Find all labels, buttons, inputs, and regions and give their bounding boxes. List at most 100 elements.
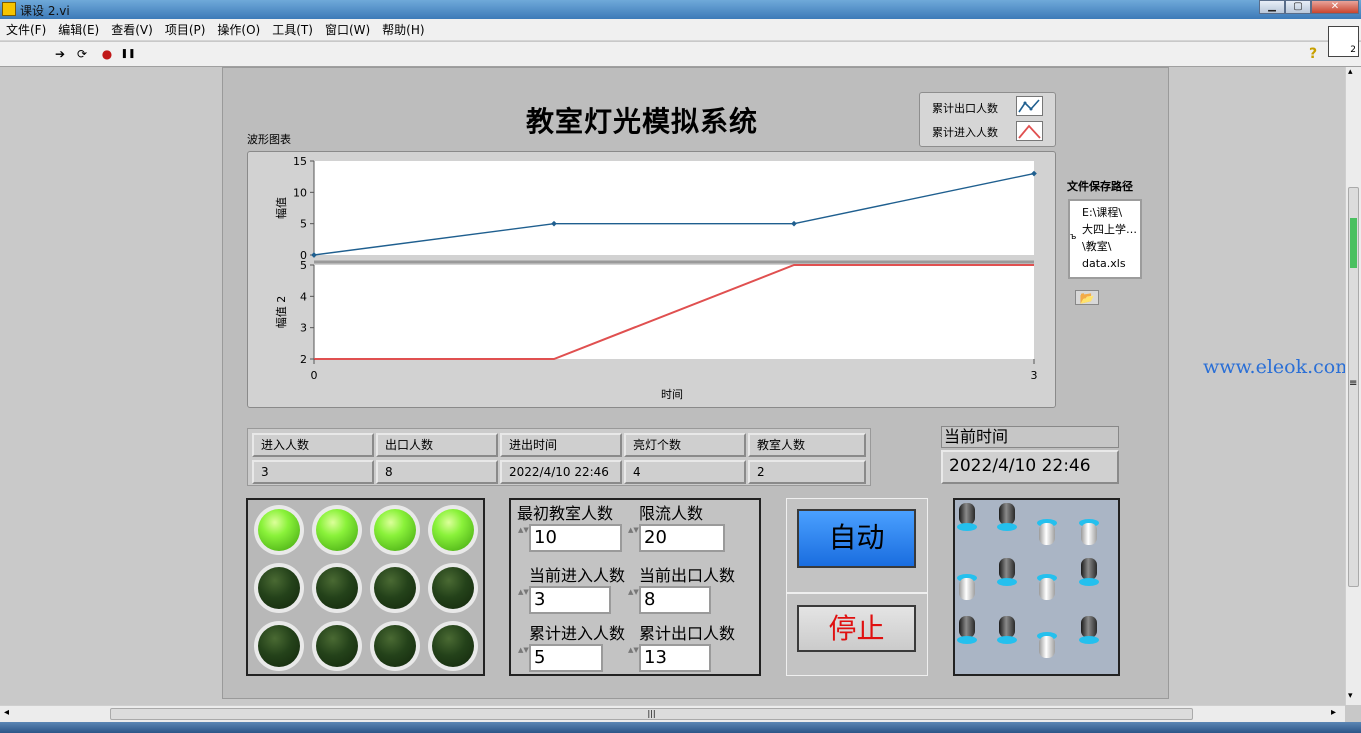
hscroll-grip-icon: ||| (647, 709, 656, 718)
stop-button[interactable]: 停止 (797, 605, 916, 652)
toggle-switch-4[interactable] (1079, 517, 1099, 547)
led-grid (246, 498, 485, 676)
legend-label-in: 累计进入人数 (932, 126, 998, 139)
chart-legend[interactable]: 累计出口人数 累计进入人数 (919, 92, 1056, 147)
table-cell-occupancy: 2 (748, 460, 866, 484)
vertical-scrollbar[interactable]: ▴ ≡ ▾ (1345, 67, 1361, 705)
switch-base-icon (997, 578, 1017, 586)
total-in-input[interactable]: 5 (529, 644, 603, 672)
toggle-switch-9[interactable] (957, 616, 977, 646)
led-light-icon (316, 625, 358, 667)
menu-window[interactable]: 窗口(W) (319, 19, 376, 39)
horizontal-scrollbar[interactable]: ◂ ||| ▸ (0, 705, 1345, 722)
legend-swatch-out-icon[interactable] (1016, 96, 1043, 116)
toggle-switch-11[interactable] (1037, 630, 1057, 660)
current-out-spinner[interactable]: ▲▼ (628, 586, 639, 614)
x-axis-label: 时间 (661, 388, 683, 401)
led-light-icon (374, 625, 416, 667)
scroll-down-icon[interactable]: ▾ (1348, 691, 1353, 701)
switch-lever-icon (999, 558, 1015, 580)
page-title: 教室灯光模拟系统 (526, 105, 759, 138)
switch-base-icon (957, 523, 977, 531)
led-indicator-1 (254, 505, 304, 555)
led-light-icon (316, 567, 358, 609)
x-tick-label-0: 0 (311, 369, 318, 382)
limit-count-label: 限流人数 (639, 504, 704, 523)
labview-app-icon (2, 2, 16, 16)
current-in-spinner[interactable]: ▲▼ (518, 586, 529, 614)
current-in-input[interactable]: 3 (529, 586, 611, 614)
current-time-value: 2022/4/10 22:46 (941, 450, 1119, 484)
switch-base-icon (1079, 578, 1099, 586)
led-light-icon (432, 625, 474, 667)
toggle-switch-7[interactable] (1037, 572, 1057, 602)
total-out-spinner[interactable]: ▲▼ (628, 644, 639, 672)
chart-label: 波形图表 (247, 133, 291, 146)
help-icon[interactable]: ? (1305, 46, 1321, 62)
switch-lever-icon (959, 503, 975, 525)
toggle-switch-1[interactable] (957, 503, 977, 533)
led-indicator-8 (428, 563, 478, 613)
led-light-icon (374, 509, 416, 551)
chart-svg: 151050幅值5432幅值 20 3时间 (275, 155, 1038, 401)
switch-lever-icon (1039, 523, 1055, 545)
switch-base-icon (957, 636, 977, 644)
vi-icon[interactable]: 2 (1328, 26, 1359, 57)
led-indicator-4 (428, 505, 478, 555)
table-header-occupancy: 教室人数 (748, 433, 866, 457)
menu-bar: 文件(F) 编辑(E) 查看(V) 项目(P) 操作(O) 工具(T) 窗口(W) 帮助(H) (0, 19, 1361, 41)
y-tick-label-1-2: 5 (300, 218, 307, 231)
initial-count-input[interactable]: 10 (529, 524, 622, 552)
total-out-input[interactable]: 13 (639, 644, 711, 672)
limit-count-spinner[interactable]: ▲▼ (628, 524, 639, 552)
menu-project[interactable]: 项目(P) (159, 19, 212, 39)
led-indicator-6 (312, 563, 362, 613)
window-title: 课设 2.vi (20, 4, 70, 18)
initial-count-label: 最初教室人数 (517, 504, 614, 523)
toggle-switch-10[interactable] (997, 616, 1017, 646)
switch-lever-icon (959, 616, 975, 638)
menu-help[interactable]: 帮助(H) (376, 19, 430, 39)
toggle-switch-8[interactable] (1079, 558, 1099, 588)
minimize-button[interactable]: ▁ (1259, 0, 1285, 14)
y-tick-label-2-0: 5 (300, 259, 307, 272)
y-tick-label-1-0: 15 (293, 155, 307, 168)
menu-tools[interactable]: 工具(T) (266, 19, 319, 39)
data-table[interactable]: 进入人数 出口人数 进出时间 亮灯个数 教室人数 3 8 2022/4/10 2… (247, 428, 871, 486)
run-icon[interactable]: ➔ (52, 46, 68, 62)
toggle-switch-3[interactable] (1037, 517, 1057, 547)
pause-icon[interactable]: ❚❚ (120, 46, 136, 62)
file-path-line-3: \教室\ (1082, 240, 1112, 253)
toggle-switch-2[interactable] (997, 503, 1017, 533)
menu-file[interactable]: 文件(F) (0, 19, 52, 39)
scroll-up-icon[interactable]: ▴ (1348, 67, 1353, 77)
led-light-icon (258, 509, 300, 551)
led-light-icon (374, 567, 416, 609)
switch-lever-icon (1039, 636, 1055, 658)
menu-view[interactable]: 查看(V) (105, 19, 159, 39)
y-axis-label-2: 幅值 2 (275, 296, 288, 329)
close-button[interactable]: ✕ (1311, 0, 1359, 14)
maximize-button[interactable]: ▢ (1285, 0, 1311, 14)
toggle-switch-5[interactable] (957, 572, 977, 602)
vertical-scroll-thumb[interactable]: ≡ (1348, 187, 1359, 587)
menu-operate[interactable]: 操作(O) (211, 19, 266, 39)
switch-lever-icon (999, 503, 1015, 525)
limit-count-input[interactable]: 20 (639, 524, 725, 552)
file-path-field[interactable]: E:\课程\ 大四上学… \教室\ data.xls (1068, 199, 1142, 279)
run-continuously-icon[interactable]: ⟳ (74, 46, 90, 62)
horizontal-scroll-thumb[interactable]: ||| (110, 708, 1193, 720)
current-out-label: 当前出口人数 (639, 566, 736, 585)
legend-swatch-in-icon[interactable] (1016, 121, 1043, 141)
auto-button[interactable]: 自动 (797, 509, 916, 568)
current-out-input[interactable]: 8 (639, 586, 711, 614)
total-in-spinner[interactable]: ▲▼ (518, 644, 529, 672)
scroll-left-icon[interactable]: ◂ (4, 707, 9, 718)
toggle-switch-6[interactable] (997, 558, 1017, 588)
browse-folder-button[interactable]: 📂 (1075, 290, 1099, 305)
toggle-switch-12[interactable] (1079, 616, 1099, 646)
initial-count-spinner[interactable]: ▲▼ (518, 524, 529, 552)
menu-edit[interactable]: 编辑(E) (52, 19, 105, 39)
scroll-right-icon[interactable]: ▸ (1331, 707, 1336, 718)
abort-icon[interactable]: ● (99, 46, 115, 62)
